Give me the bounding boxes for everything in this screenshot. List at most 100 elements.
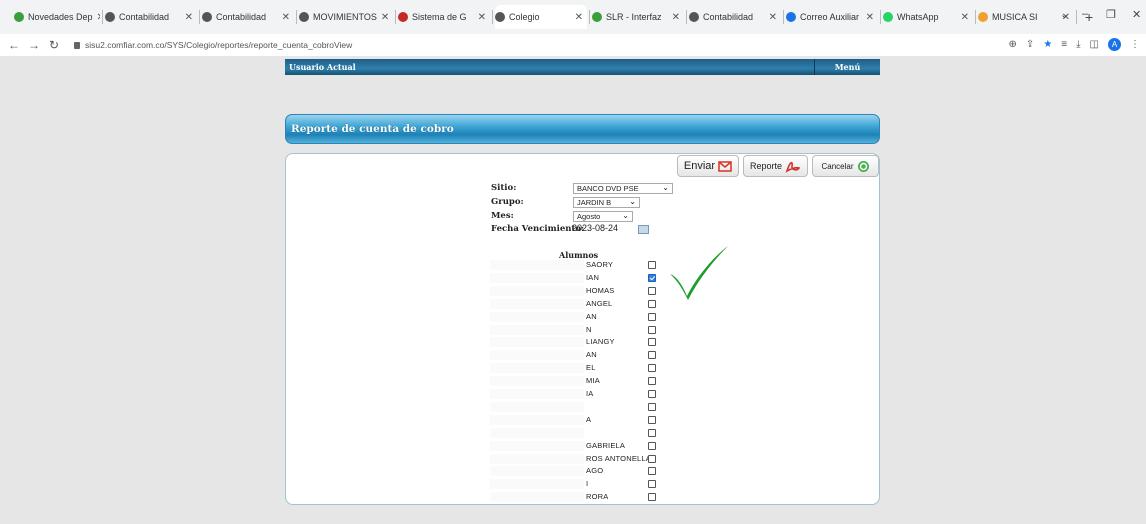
bookmark-star-icon[interactable]: ★: [1043, 39, 1052, 50]
browser-tab[interactable]: MOVIMIENTOS ✕: [299, 5, 393, 29]
student-checkbox[interactable]: [648, 428, 656, 437]
report-header: Reporte de cuenta de cobro: [285, 114, 880, 144]
browser-tab[interactable]: Colegio ✕: [495, 5, 587, 29]
mes-select[interactable]: Agosto ⌄: [573, 211, 633, 222]
tab-close-icon[interactable]: ✕: [278, 12, 290, 23]
student-name-redaction: [490, 324, 584, 335]
browser-tab[interactable]: SLR - Interfaz ✕: [592, 5, 684, 29]
send-label: Enviar: [683, 160, 716, 172]
browser-tab[interactable]: Contabilidad ✕: [105, 5, 197, 29]
maximize-icon[interactable]: ❐: [1106, 8, 1116, 21]
reading-list-icon[interactable]: ≡: [1061, 39, 1067, 50]
student-checkbox[interactable]: [648, 299, 656, 308]
student-name: HOMAS: [586, 285, 615, 295]
tab-separator: [492, 10, 493, 24]
tab-close-icon[interactable]: ✕: [571, 12, 583, 23]
tab-separator: [296, 10, 297, 24]
student-name: I: [586, 479, 589, 489]
cancel-button[interactable]: Cancelar: [812, 155, 879, 177]
student-checkbox[interactable]: [648, 338, 656, 347]
student-checkbox[interactable]: [648, 467, 656, 476]
grupo-select[interactable]: JARDIN B ⌄: [573, 197, 640, 208]
student-checkbox[interactable]: [648, 480, 656, 489]
student-checkbox[interactable]: [648, 286, 656, 295]
fecha-input[interactable]: 2023-08-24: [572, 223, 618, 233]
browser-tab[interactable]: Correo Auxiliar ✕: [786, 5, 878, 29]
back-icon[interactable]: ←: [8, 38, 20, 52]
menu-button[interactable]: Menú: [814, 59, 880, 75]
student-checkbox[interactable]: [648, 273, 656, 282]
tab-close-icon[interactable]: ✕: [377, 12, 389, 23]
tab-title: Correo Auxiliar: [800, 12, 860, 22]
tab-close-icon[interactable]: ✕: [957, 12, 969, 23]
tab-title: Colegio: [509, 12, 540, 22]
tab-title: MUSICA SI: [992, 12, 1038, 22]
student-checkbox[interactable]: [648, 325, 656, 334]
student-name: IAN: [586, 272, 600, 282]
tab-search-icon[interactable]: ⌄: [1060, 8, 1069, 21]
tab-favicon-icon: [398, 12, 408, 22]
url-field[interactable]: sisu2.comfiar.com.co/SYS/Colegio/reporte…: [74, 40, 352, 50]
close-window-icon[interactable]: ✕: [1132, 8, 1141, 21]
report-pdf-button[interactable]: Reporte: [743, 155, 808, 177]
tab-favicon-icon: [883, 12, 893, 22]
tab-close-icon[interactable]: ✕: [93, 12, 100, 23]
student-checkbox[interactable]: [648, 261, 656, 269]
forward-icon[interactable]: →: [28, 38, 40, 52]
student-checkbox[interactable]: [648, 441, 656, 450]
mes-label: Mes:: [491, 211, 514, 221]
download-icon[interactable]: ⤓: [1076, 39, 1080, 50]
profile-avatar[interactable]: A: [1108, 38, 1121, 51]
student-checkbox[interactable]: [648, 390, 656, 398]
green-checkmark-icon: [670, 246, 728, 300]
send-email-button[interactable]: Enviar: [677, 155, 739, 177]
browser-tab[interactable]: Novedades Dep✕: [14, 5, 100, 29]
tab-separator: [589, 10, 590, 24]
student-checkbox[interactable]: [648, 402, 656, 411]
more-menu-icon[interactable]: ⋮: [1130, 39, 1140, 50]
student-checkbox[interactable]: [648, 415, 656, 424]
student-checkbox[interactable]: [648, 312, 656, 321]
tab-title: Novedades Dep: [28, 12, 93, 22]
student-name: GABRIELA: [586, 440, 626, 450]
student-name: IA: [586, 389, 594, 398]
browser-tab[interactable]: Contabilidad ✕: [202, 5, 294, 29]
tab-title: Sistema de G: [412, 12, 467, 22]
browser-tab[interactable]: WhatsApp ✕: [883, 5, 973, 29]
tab-close-icon[interactable]: ✕: [668, 12, 680, 23]
tab-separator: [199, 10, 200, 24]
tab-separator: [975, 10, 976, 24]
student-checkbox[interactable]: [648, 377, 656, 386]
sidepanel-icon[interactable]: ◫: [1090, 39, 1099, 50]
student-name-redaction: [490, 285, 584, 296]
browser-tab[interactable]: Contabilidad ✕: [689, 5, 781, 29]
browser-tab[interactable]: Sistema de G ✕: [398, 5, 490, 29]
share-icon[interactable]: ⇪: [1026, 39, 1034, 50]
tab-close-icon[interactable]: ✕: [862, 12, 874, 23]
sitio-select[interactable]: BANCO DVD PSE ⌄: [573, 183, 673, 194]
student-checkbox[interactable]: [648, 493, 656, 502]
tab-favicon-icon: [689, 12, 699, 22]
refresh-icon: [857, 160, 869, 172]
student-checkbox[interactable]: [648, 364, 656, 373]
student-name-redaction: [490, 260, 584, 270]
tab-close-icon[interactable]: ✕: [474, 12, 486, 23]
tab-close-icon[interactable]: ✕: [765, 12, 777, 23]
student-name: N: [586, 324, 592, 334]
zoom-icon[interactable]: ⊕: [1009, 39, 1017, 50]
student-name-redaction: [490, 350, 584, 361]
grupo-label: Grupo:: [491, 197, 524, 207]
student-name: EL: [586, 363, 596, 373]
student-name-redaction: [490, 479, 584, 490]
sitio-value: BANCO DVD PSE: [577, 184, 639, 193]
calendar-icon[interactable]: [638, 225, 649, 234]
chevron-down-icon: ⌄: [629, 197, 636, 206]
minimize-icon[interactable]: –: [1082, 8, 1088, 20]
tab-close-icon[interactable]: ✕: [181, 12, 193, 23]
tab-title: MOVIMIENTOS: [313, 12, 377, 22]
student-checkbox[interactable]: [648, 454, 656, 463]
student-checkbox[interactable]: [648, 351, 656, 360]
tab-title: Contabilidad: [216, 12, 267, 22]
browser-toolbar: ⊕ ⇪ ★ ≡ ⤓ ◫ A ⋮: [1009, 38, 1140, 51]
reload-icon[interactable]: ↻: [48, 38, 60, 52]
